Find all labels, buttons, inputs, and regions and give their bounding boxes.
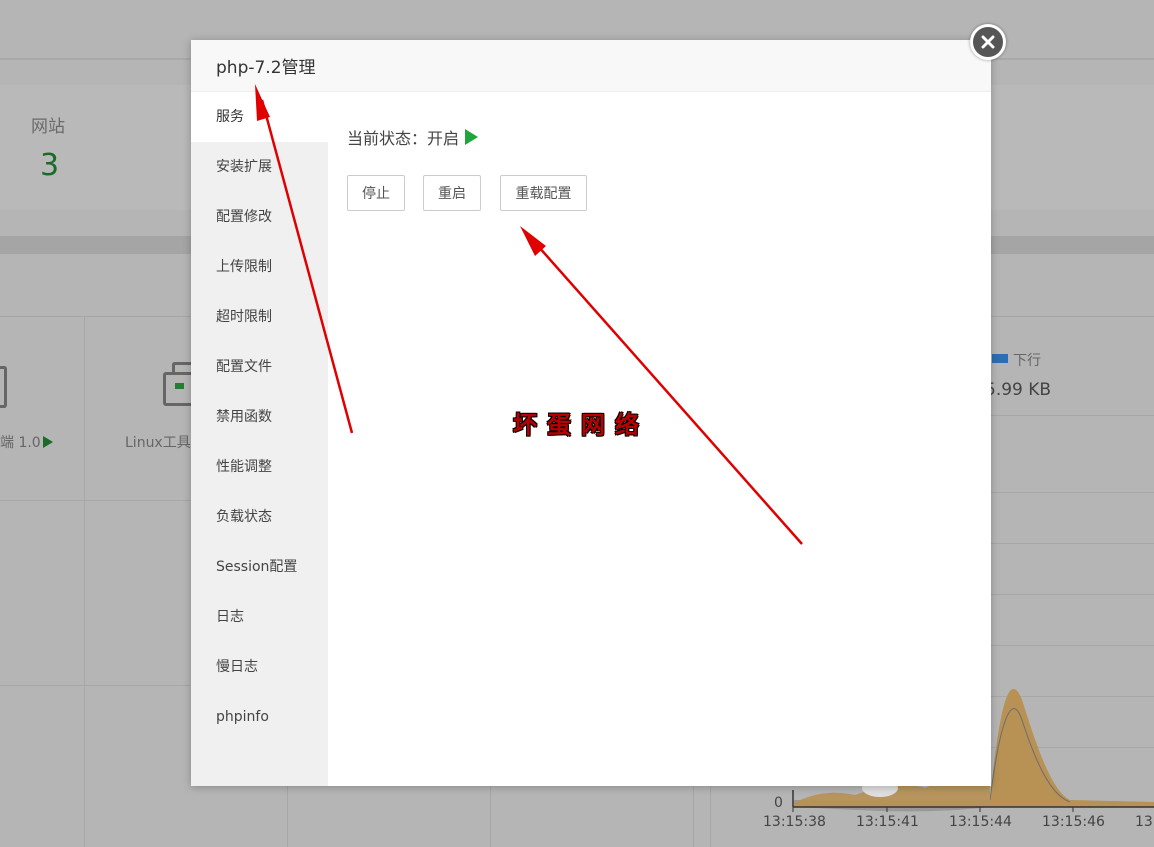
- annotation-arrow-title: [255, 84, 354, 434]
- annotation-arrow-buttons: [520, 226, 803, 545]
- annotation-arrows: [255, 84, 803, 545]
